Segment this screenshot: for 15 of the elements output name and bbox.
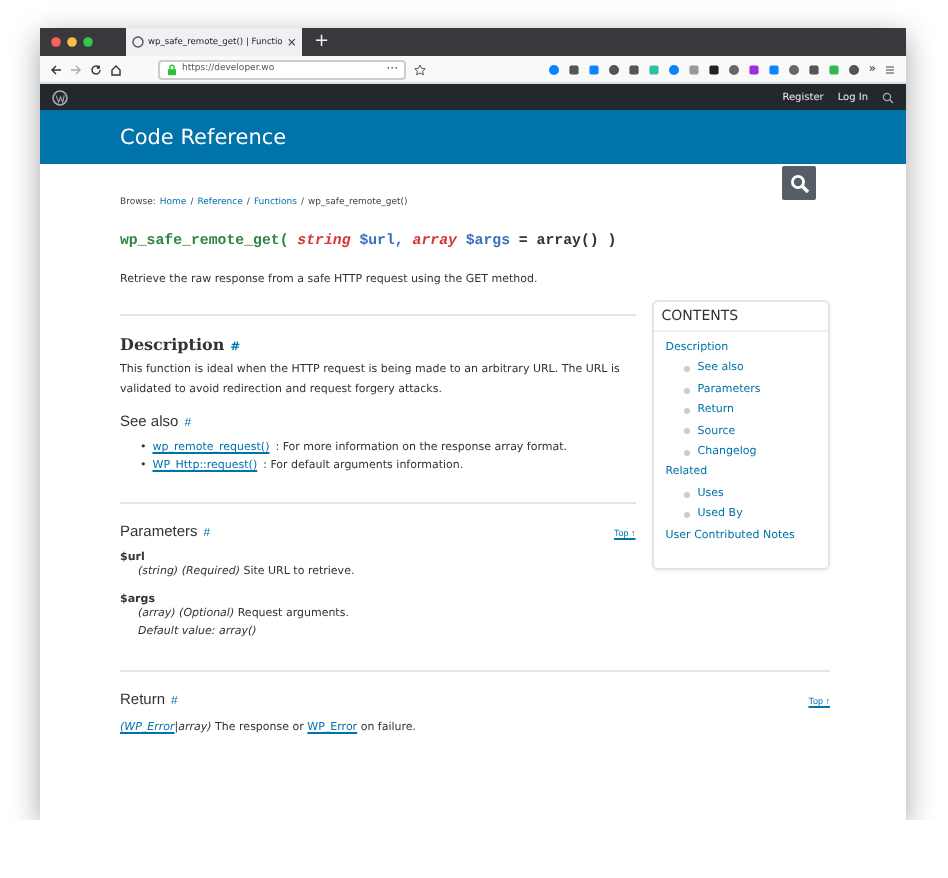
search-button[interactable] xyxy=(782,166,816,200)
globe-icon xyxy=(132,36,144,48)
search-icon xyxy=(789,173,809,193)
bookmark-icon[interactable] xyxy=(414,63,426,75)
home-icon[interactable] xyxy=(110,63,122,75)
window-controls-icon[interactable] xyxy=(50,36,98,48)
section-heading: Description xyxy=(120,334,225,354)
site-title[interactable]: Code Reference xyxy=(120,125,287,149)
search-icon[interactable] xyxy=(882,91,894,103)
menu-icon[interactable] xyxy=(884,63,896,75)
wordpress-logo-icon[interactable] xyxy=(52,89,68,105)
reload-icon[interactable] xyxy=(90,63,102,75)
new-tab-button[interactable]: + xyxy=(314,33,330,51)
back-icon[interactable] xyxy=(50,63,62,75)
lock-icon xyxy=(166,63,178,75)
